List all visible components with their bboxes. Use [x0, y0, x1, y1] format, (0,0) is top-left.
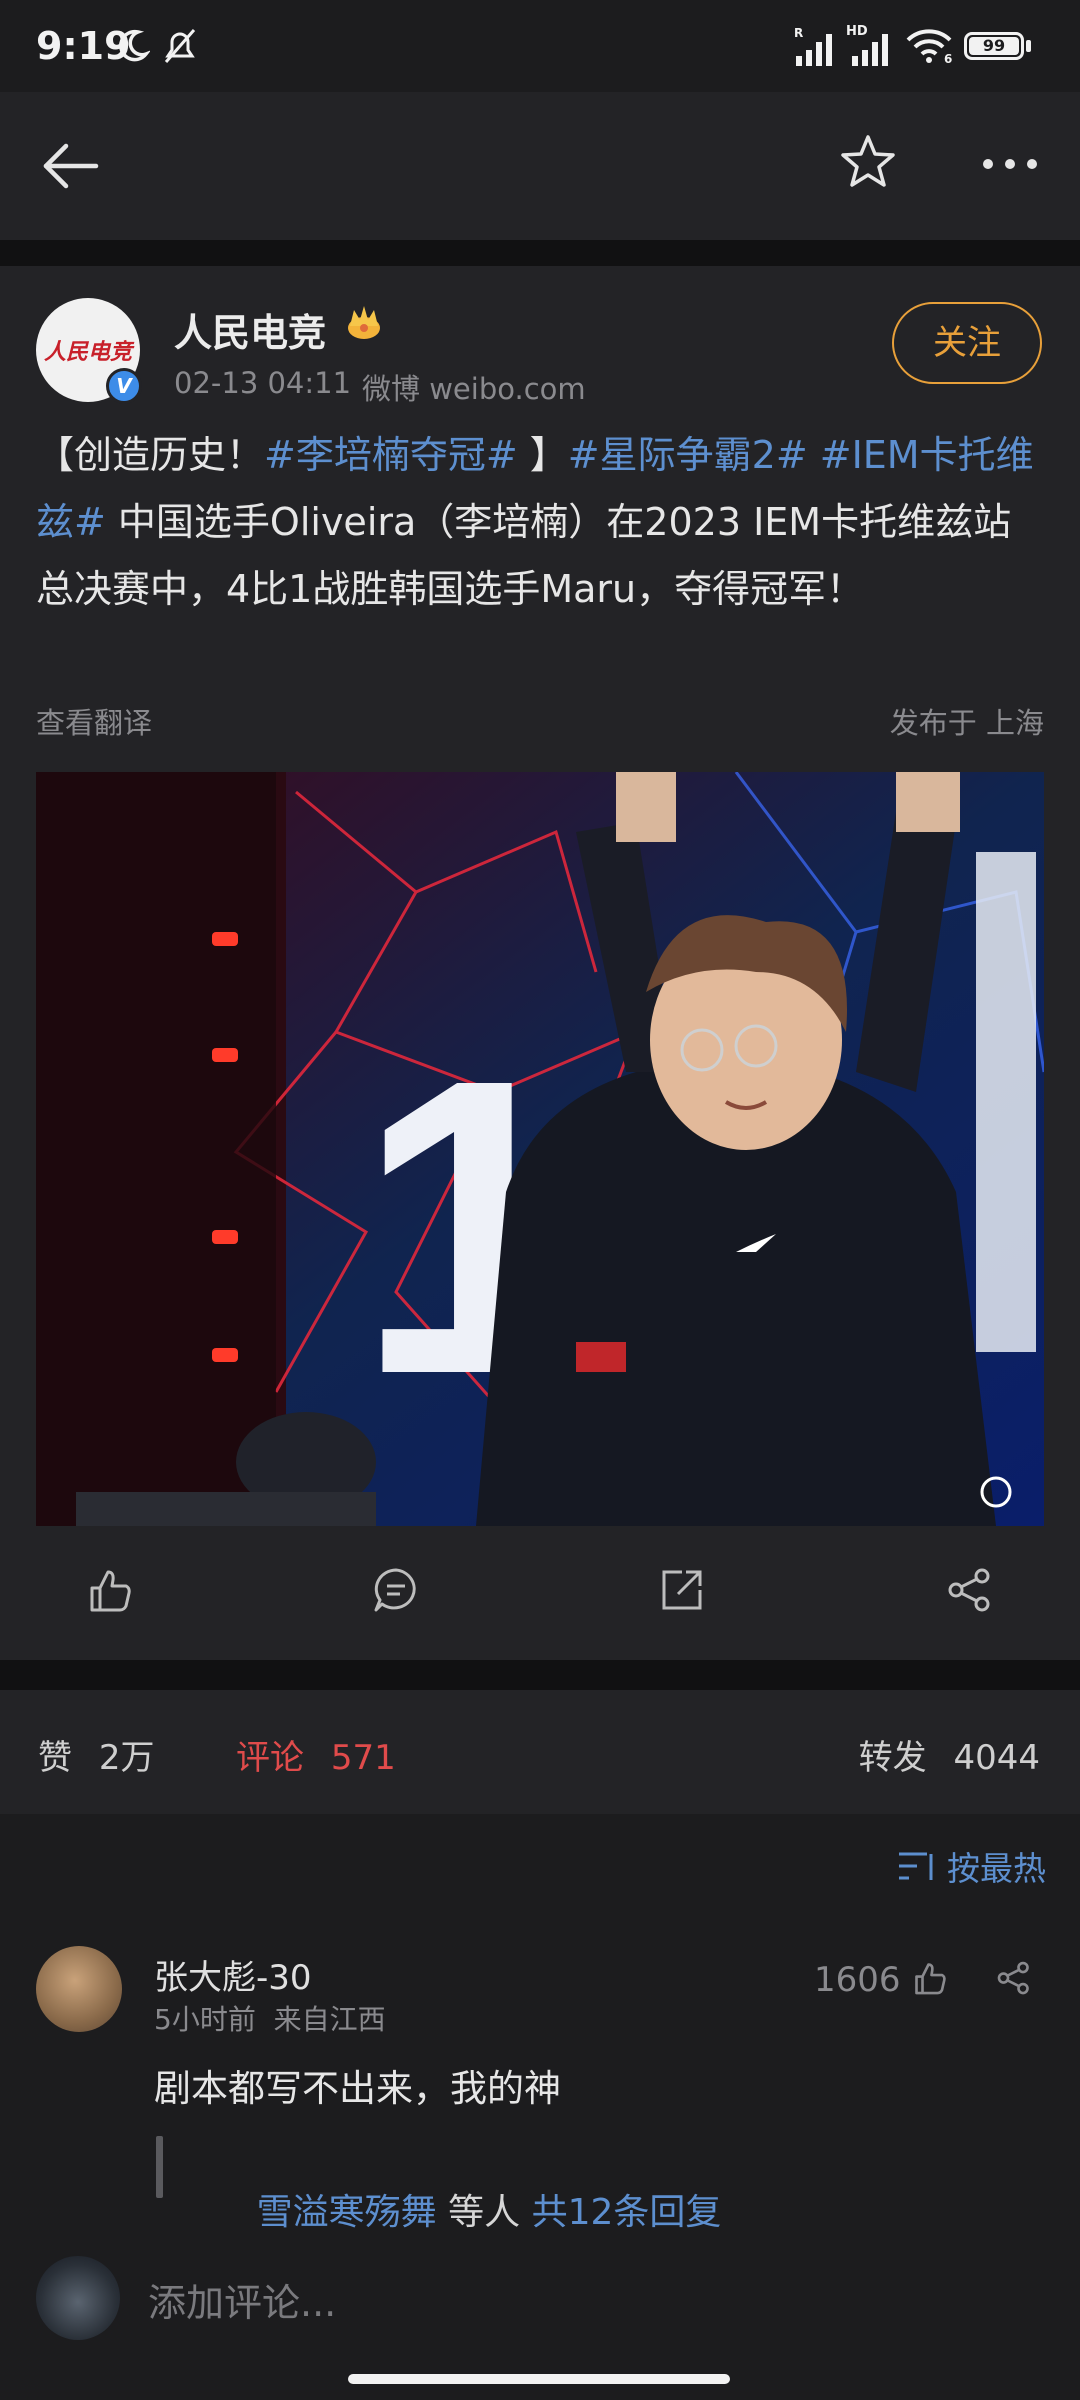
comment-text: 剧本都写不出来，我的神	[154, 2067, 561, 2110]
top-nav-bar	[0, 92, 1080, 240]
reposts-count: 4044	[953, 1738, 1040, 1778]
comment-meta: 5小时前 来自江西	[154, 2003, 386, 2036]
post-text-segment: 】	[517, 433, 568, 477]
verified-badge-icon: V	[106, 368, 142, 404]
section-separator-2	[0, 1660, 1080, 1690]
translate-link[interactable]: 查看翻译	[36, 700, 152, 742]
likes-count: 2万	[98, 1738, 155, 1778]
status-bar: 9:19 R HD 6 99	[0, 0, 1080, 92]
comment-like-icon[interactable]	[912, 1960, 948, 1996]
follow-button[interactable]: 关注	[892, 302, 1042, 384]
sort-button[interactable]: 按最热	[897, 1842, 1046, 1890]
reply-bar	[156, 2136, 163, 2198]
moon-icon	[118, 28, 150, 64]
reply-count[interactable]: 共12条回复	[532, 2192, 722, 2233]
battery-tip	[1026, 40, 1031, 52]
comment-share-icon[interactable]	[996, 1960, 1032, 1996]
more-options-icon[interactable]	[980, 152, 1040, 176]
commenter-avatar[interactable]	[36, 1946, 122, 2032]
reposts-tab[interactable]: 转发 4044	[859, 1730, 1040, 1779]
signal-icon	[796, 30, 838, 66]
commenter-name[interactable]: 张大彪-30	[154, 1950, 312, 1999]
hashtag-link[interactable]: #星际争霸2#	[568, 433, 808, 477]
post-text-segment	[808, 433, 820, 477]
post-timestamp: 02-13 04:11	[174, 366, 352, 400]
user-avatar[interactable]	[36, 2256, 120, 2340]
avatar-logo-text: 人民电竞	[43, 339, 132, 365]
battery-level: 99	[982, 36, 1006, 55]
comment-item: 张大彪-30 5小时前 来自江西 1606 剧本都写不出来，我的神 雪溢寒殇舞 …	[0, 1946, 1080, 2236]
comments-tab[interactable]: 评论 571	[236, 1730, 396, 1779]
wifi-sub-label: 6	[944, 52, 953, 66]
favorite-star-icon[interactable]	[838, 132, 898, 192]
repost-icon[interactable]	[658, 1566, 706, 1614]
like-icon[interactable]	[86, 1566, 134, 1614]
post-location: 发布于 上海	[889, 706, 1044, 740]
signal-icon-2	[852, 30, 894, 66]
stats-bar: 赞 2万 评论 571 转发 4044	[0, 1690, 1080, 1814]
battery-icon: 99	[964, 32, 1024, 60]
post-text-segment: 【创造历史！	[36, 433, 265, 477]
likes-tab[interactable]: 赞 2万	[38, 1730, 154, 1779]
comment-composer-bar: 添加评论...	[0, 2236, 1080, 2400]
comments-count: 571	[330, 1738, 396, 1778]
status-time: 9:19	[36, 24, 131, 68]
post-text-segment: 中国选手Oliveira（李培楠）在2023 IEM卡托维兹站总决赛中，4比1战…	[36, 500, 1012, 611]
crown-icon	[344, 302, 384, 342]
sort-icon	[897, 1848, 937, 1884]
comment-input[interactable]: 添加评论...	[148, 2272, 336, 2327]
hashtag-link[interactable]: #李培楠夺冠#	[264, 433, 518, 477]
comment-icon[interactable]	[372, 1566, 420, 1614]
home-indicator[interactable]	[348, 2374, 730, 2384]
silent-bell-icon	[160, 26, 200, 66]
reply-user[interactable]: 雪溢寒殇舞	[257, 2192, 437, 2233]
likes-label: 赞	[38, 1738, 72, 1778]
back-arrow-icon[interactable]	[38, 134, 102, 198]
comments-label: 评论	[236, 1738, 304, 1778]
section-separator	[0, 240, 1080, 266]
post-card: 人民电竞 V 人民电竞 02-13 04:11 微博 weibo.com 关注 …	[0, 266, 1080, 1660]
post-image[interactable]: 1	[36, 772, 1044, 1526]
reply-mid: 等人	[436, 2192, 532, 2233]
author-name[interactable]: 人民电竞	[174, 302, 326, 357]
share-icon[interactable]	[946, 1566, 994, 1614]
post-source: 微博 weibo.com	[362, 372, 586, 406]
sort-label: 按最热	[947, 1849, 1046, 1888]
post-content: 【创造历史！#李培楠夺冠# 】#星际争霸2# #IEM卡托维兹# 中国选手Oli…	[36, 422, 1044, 623]
comment-like-count: 1606	[814, 1960, 901, 2000]
reposts-label: 转发	[858, 1738, 927, 1778]
